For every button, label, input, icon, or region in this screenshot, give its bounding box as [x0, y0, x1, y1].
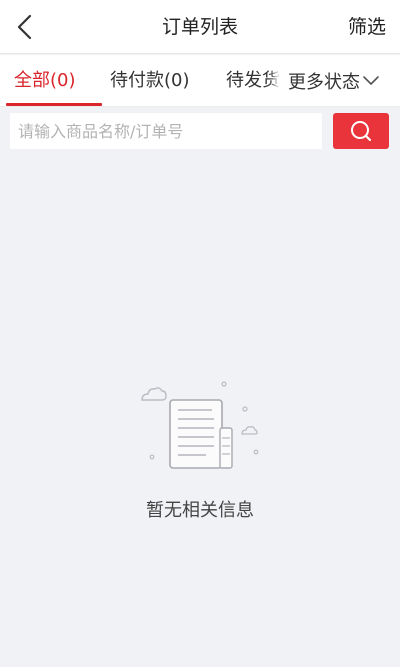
- more-status-dropdown[interactable]: 更多状态: [280, 55, 400, 106]
- more-status-label: 更多状态: [288, 72, 360, 93]
- chevron-down-icon: [363, 76, 379, 85]
- active-tab-indicator: [6, 103, 102, 106]
- tab-pending-payment[interactable]: 待付款(0): [110, 55, 190, 106]
- empty-state-message: 暂无相关信息: [146, 500, 254, 521]
- search-bar: [0, 108, 400, 154]
- search-icon: [351, 121, 372, 142]
- header-bar: 订单列表 筛选: [0, 0, 400, 54]
- back-button[interactable]: [8, 8, 42, 46]
- order-list-screen: 订单列表 筛选 全部(0) 待付款(0) 待发货 更多状态 请输入商品名称/订单…: [0, 0, 400, 667]
- search-input[interactable]: [10, 113, 322, 149]
- tab-all[interactable]: 全部(0): [14, 55, 76, 106]
- filter-button[interactable]: 筛选: [348, 0, 386, 54]
- status-tabs: 全部(0) 待付款(0) 待发货 更多状态: [0, 55, 400, 107]
- empty-document-icon: [141, 381, 259, 469]
- page-title: 订单列表: [161, 16, 238, 38]
- search-button[interactable]: [333, 113, 389, 149]
- tab-pending-shipment[interactable]: 待发货: [226, 55, 280, 106]
- chevron-left-icon: [17, 14, 32, 40]
